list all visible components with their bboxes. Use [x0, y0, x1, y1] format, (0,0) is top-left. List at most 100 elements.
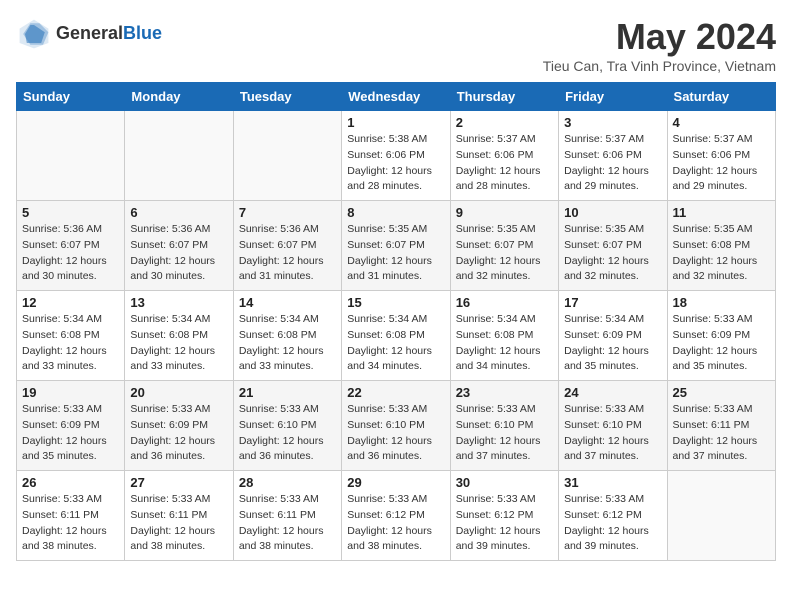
day-info: Sunrise: 5:33 AM Sunset: 6:11 PM Dayligh… [673, 402, 770, 465]
day-info: Sunrise: 5:34 AM Sunset: 6:08 PM Dayligh… [347, 312, 444, 375]
calendar-day-cell: 25 Sunrise: 5:33 AM Sunset: 6:11 PM Dayli… [667, 381, 775, 471]
day-number: 27 [130, 475, 227, 490]
day-of-week-header: Monday [125, 83, 233, 111]
day-info: Sunrise: 5:36 AM Sunset: 6:07 PM Dayligh… [130, 222, 227, 285]
calendar-day-cell: 4 Sunrise: 5:37 AM Sunset: 6:06 PM Daylig… [667, 111, 775, 201]
day-of-week-header: Friday [559, 83, 667, 111]
day-number: 1 [347, 115, 444, 130]
calendar-day-cell: 11Sunrise: 5:35 AM Sunset: 6:08 PM Dayli… [667, 201, 775, 291]
day-info: Sunrise: 5:33 AM Sunset: 6:11 PM Dayligh… [130, 492, 227, 555]
calendar-day-cell: 5 Sunrise: 5:36 AM Sunset: 6:07 PM Daylig… [17, 201, 125, 291]
day-of-week-header: Saturday [667, 83, 775, 111]
title-block: May 2024 Tieu Can, Tra Vinh Province, Vi… [543, 16, 776, 74]
day-number: 13 [130, 295, 227, 310]
calendar-day-cell: 16 Sunrise: 5:34 AM Sunset: 6:08 PM Dayli… [450, 291, 558, 381]
day-info: Sunrise: 5:33 AM Sunset: 6:10 PM Dayligh… [239, 402, 336, 465]
day-info: Sunrise: 5:37 AM Sunset: 6:06 PM Dayligh… [564, 132, 661, 195]
day-info: Sunrise: 5:35 AM Sunset: 6:07 PM Dayligh… [347, 222, 444, 285]
day-number: 15 [347, 295, 444, 310]
logo-icon [16, 16, 52, 52]
calendar-day-cell: 26 Sunrise: 5:33 AM Sunset: 6:11 PM Dayli… [17, 471, 125, 561]
day-number: 14 [239, 295, 336, 310]
calendar-day-cell: 13 Sunrise: 5:34 AM Sunset: 6:08 PM Dayli… [125, 291, 233, 381]
day-number: 3 [564, 115, 661, 130]
calendar-day-cell: 7 Sunrise: 5:36 AM Sunset: 6:07 PM Daylig… [233, 201, 341, 291]
day-number: 8 [347, 205, 444, 220]
calendar-week-row: 5 Sunrise: 5:36 AM Sunset: 6:07 PM Daylig… [17, 201, 776, 291]
day-info: Sunrise: 5:34 AM Sunset: 6:08 PM Dayligh… [130, 312, 227, 375]
calendar-day-cell [233, 111, 341, 201]
calendar-day-cell: 17 Sunrise: 5:34 AM Sunset: 6:09 PM Dayli… [559, 291, 667, 381]
calendar-day-cell: 23Sunrise: 5:33 AM Sunset: 6:10 PM Dayli… [450, 381, 558, 471]
day-number: 12 [22, 295, 119, 310]
day-info: Sunrise: 5:33 AM Sunset: 6:09 PM Dayligh… [22, 402, 119, 465]
calendar-day-cell [125, 111, 233, 201]
calendar-day-cell: 9 Sunrise: 5:35 AM Sunset: 6:07 PM Daylig… [450, 201, 558, 291]
calendar-day-cell: 2 Sunrise: 5:37 AM Sunset: 6:06 PM Daylig… [450, 111, 558, 201]
day-of-week-header: Thursday [450, 83, 558, 111]
day-of-week-header: Wednesday [342, 83, 450, 111]
day-number: 18 [673, 295, 770, 310]
calendar-week-row: 12 Sunrise: 5:34 AM Sunset: 6:08 PM Dayli… [17, 291, 776, 381]
day-number: 16 [456, 295, 553, 310]
day-info: Sunrise: 5:37 AM Sunset: 6:06 PM Dayligh… [456, 132, 553, 195]
day-number: 22 [347, 385, 444, 400]
day-info: Sunrise: 5:36 AM Sunset: 6:07 PM Dayligh… [239, 222, 336, 285]
day-info: Sunrise: 5:34 AM Sunset: 6:08 PM Dayligh… [456, 312, 553, 375]
calendar-week-row: 1 Sunrise: 5:38 AM Sunset: 6:06 PM Daylig… [17, 111, 776, 201]
day-number: 26 [22, 475, 119, 490]
day-number: 17 [564, 295, 661, 310]
calendar-day-cell: 31Sunrise: 5:33 AM Sunset: 6:12 PM Dayli… [559, 471, 667, 561]
day-info: Sunrise: 5:36 AM Sunset: 6:07 PM Dayligh… [22, 222, 119, 285]
day-info: Sunrise: 5:33 AM Sunset: 6:10 PM Dayligh… [564, 402, 661, 465]
day-info: Sunrise: 5:34 AM Sunset: 6:08 PM Dayligh… [22, 312, 119, 375]
day-info: Sunrise: 5:34 AM Sunset: 6:09 PM Dayligh… [564, 312, 661, 375]
calendar-day-cell: 24 Sunrise: 5:33 AM Sunset: 6:10 PM Dayli… [559, 381, 667, 471]
day-number: 19 [22, 385, 119, 400]
calendar-day-cell: 27 Sunrise: 5:33 AM Sunset: 6:11 PM Dayli… [125, 471, 233, 561]
day-number: 23 [456, 385, 553, 400]
day-info: Sunrise: 5:35 AM Sunset: 6:07 PM Dayligh… [456, 222, 553, 285]
day-number: 7 [239, 205, 336, 220]
day-of-week-header: Sunday [17, 83, 125, 111]
calendar-day-cell: 28 Sunrise: 5:33 AM Sunset: 6:11 PM Dayli… [233, 471, 341, 561]
day-info: Sunrise: 5:33 AM Sunset: 6:09 PM Dayligh… [130, 402, 227, 465]
day-info: Sunrise: 5:38 AM Sunset: 6:06 PM Dayligh… [347, 132, 444, 195]
day-number: 10 [564, 205, 661, 220]
day-info: Sunrise: 5:33 AM Sunset: 6:10 PM Dayligh… [347, 402, 444, 465]
calendar-day-cell: 8 Sunrise: 5:35 AM Sunset: 6:07 PM Daylig… [342, 201, 450, 291]
calendar-header-row: SundayMondayTuesdayWednesdayThursdayFrid… [17, 83, 776, 111]
calendar-day-cell: 1 Sunrise: 5:38 AM Sunset: 6:06 PM Daylig… [342, 111, 450, 201]
day-number: 6 [130, 205, 227, 220]
day-number: 24 [564, 385, 661, 400]
day-info: Sunrise: 5:33 AM Sunset: 6:11 PM Dayligh… [239, 492, 336, 555]
location: Tieu Can, Tra Vinh Province, Vietnam [543, 58, 776, 74]
day-of-week-header: Tuesday [233, 83, 341, 111]
day-number: 2 [456, 115, 553, 130]
day-info: Sunrise: 5:33 AM Sunset: 6:09 PM Dayligh… [673, 312, 770, 375]
day-number: 5 [22, 205, 119, 220]
calendar-week-row: 26 Sunrise: 5:33 AM Sunset: 6:11 PM Dayli… [17, 471, 776, 561]
day-info: Sunrise: 5:33 AM Sunset: 6:12 PM Dayligh… [456, 492, 553, 555]
calendar-day-cell: 14Sunrise: 5:34 AM Sunset: 6:08 PM Dayli… [233, 291, 341, 381]
calendar-day-cell: 10Sunrise: 5:35 AM Sunset: 6:07 PM Dayli… [559, 201, 667, 291]
calendar-day-cell [17, 111, 125, 201]
day-number: 25 [673, 385, 770, 400]
calendar-day-cell: 18 Sunrise: 5:33 AM Sunset: 6:09 PM Dayli… [667, 291, 775, 381]
day-number: 11 [673, 205, 770, 220]
logo-text: GeneralBlue [56, 24, 162, 44]
calendar-day-cell [667, 471, 775, 561]
day-number: 30 [456, 475, 553, 490]
calendar-day-cell: 12 Sunrise: 5:34 AM Sunset: 6:08 PM Dayli… [17, 291, 125, 381]
day-number: 4 [673, 115, 770, 130]
day-info: Sunrise: 5:33 AM Sunset: 6:11 PM Dayligh… [22, 492, 119, 555]
day-info: Sunrise: 5:37 AM Sunset: 6:06 PM Dayligh… [673, 132, 770, 195]
day-number: 20 [130, 385, 227, 400]
day-number: 28 [239, 475, 336, 490]
calendar-day-cell: 21 Sunrise: 5:33 AM Sunset: 6:10 PM Dayli… [233, 381, 341, 471]
logo: GeneralBlue [16, 16, 162, 52]
page-header: GeneralBlue May 2024 Tieu Can, Tra Vinh … [16, 16, 776, 74]
day-number: 21 [239, 385, 336, 400]
calendar-day-cell: 30 Sunrise: 5:33 AM Sunset: 6:12 PM Dayli… [450, 471, 558, 561]
day-number: 9 [456, 205, 553, 220]
